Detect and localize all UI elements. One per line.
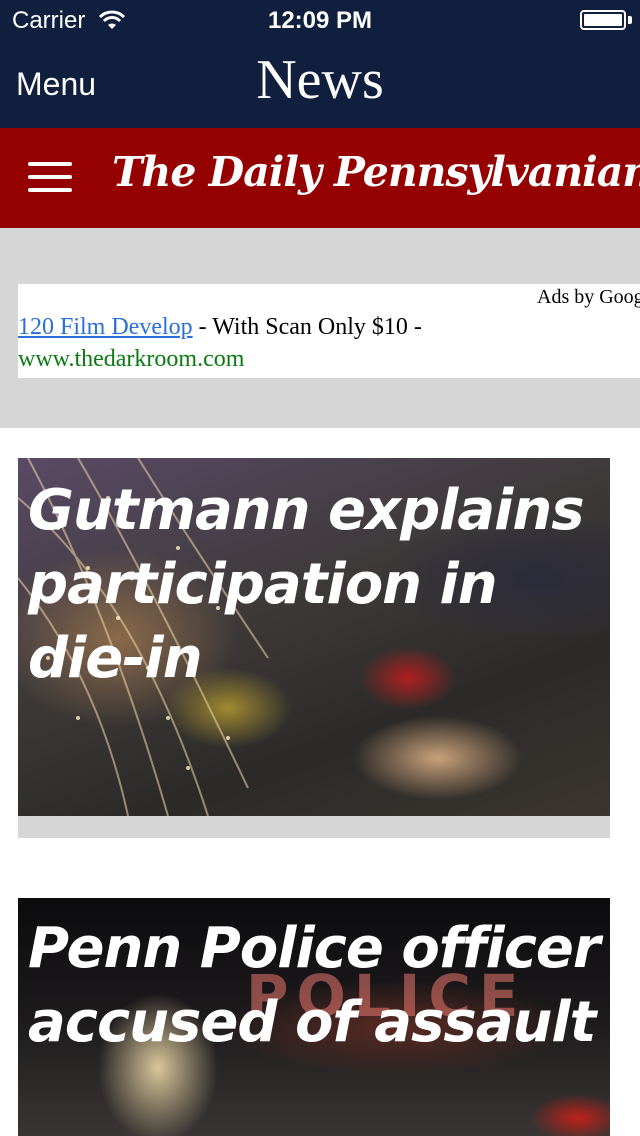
battery-tip [628,16,632,24]
story-card[interactable]: POLICE Penn Police officer accused of as… [18,898,610,1136]
masthead-banner: The Daily Pennsylvanian [0,128,640,228]
story-headline[interactable]: Penn Police officer accused of assault [28,912,601,1060]
battery-icon [580,10,626,30]
ad-box[interactable]: Ads by Goog 120 Film Develop - With Scan… [18,284,640,378]
status-time: 12:09 PM [267,7,373,34]
ad-description: - With Scan Only $10 - [192,314,422,340]
story-headline[interactable]: Gutmann explains participation in die-in [28,474,600,696]
nav-title: News [256,49,384,111]
ad-url[interactable]: www.thedarkroom.com [18,346,244,373]
status-bar: Carrier 12:09 PM [0,0,640,40]
publication-logo[interactable]: The Daily Pennsylvanian [112,148,640,196]
story-card[interactable]: Gutmann explains participation in die-in [18,458,610,838]
ad-link[interactable]: 120 Film Develop [18,314,193,340]
top-bar: Carrier 12:09 PM Menu News [0,0,640,128]
ad-area: Ads by Goog 120 Film Develop - With Scan… [0,228,640,428]
hamburger-icon[interactable] [28,162,72,192]
ad-headline: 120 Film Develop - With Scan Only $10 - [18,314,422,341]
ads-by-label[interactable]: Ads by Goog [537,286,640,309]
